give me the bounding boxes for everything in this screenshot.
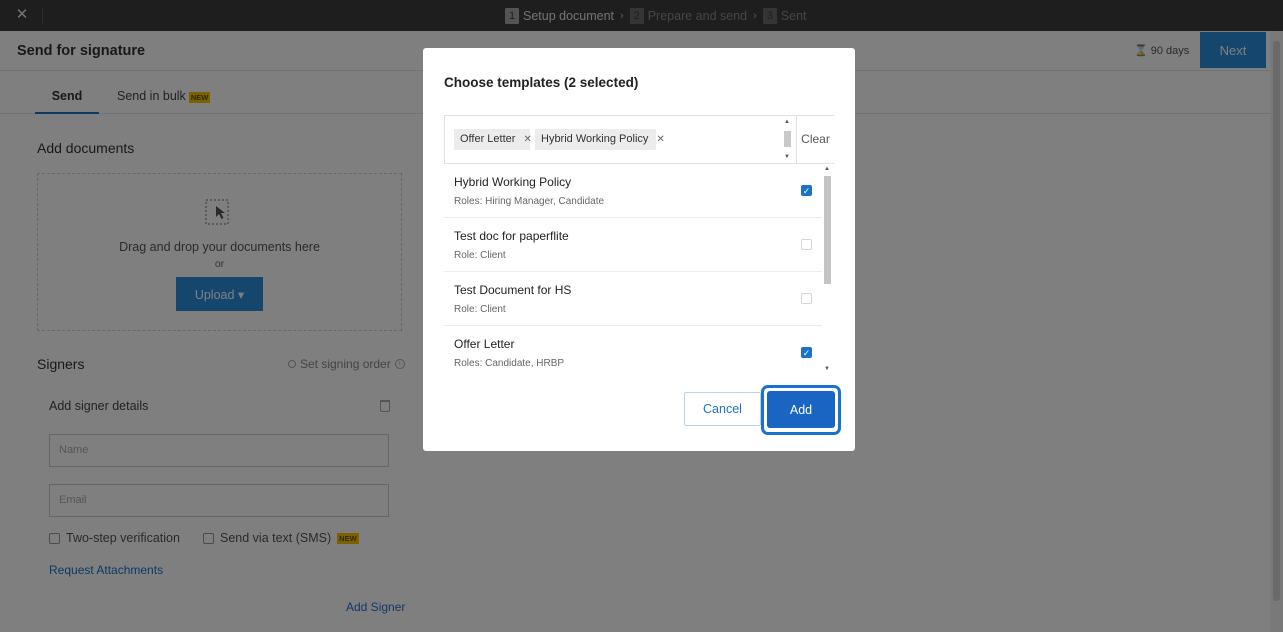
- template-list-scrollbar[interactable]: ▲ ▼: [822, 166, 832, 376]
- choose-templates-dialog: Choose templates (2 selected) Offer Lett…: [423, 48, 855, 451]
- scroll-down-icon[interactable]: ▼: [784, 154, 790, 160]
- template-roles: Roles: Hiring Manager, Candidate: [454, 196, 605, 207]
- remove-chip-icon[interactable]: ✕: [523, 134, 531, 145]
- selected-templates-field[interactable]: Offer Letter ✕ Hybrid Working Policy ✕ ▲ ▼…: [444, 115, 834, 164]
- template-name: Hybrid Working Policy: [454, 175, 572, 189]
- chip-label: Hybrid Working Policy: [541, 133, 649, 145]
- template-name: Test doc for paperflite: [454, 229, 569, 243]
- selected-chip: Offer Letter ✕: [454, 129, 532, 150]
- template-row[interactable]: Offer Letter Roles: Candidate, HRBP ✓: [444, 326, 822, 378]
- template-roles: Role: Client: [454, 250, 506, 261]
- template-name: Test Document for HS: [454, 283, 572, 297]
- remove-chip-icon[interactable]: ✕: [656, 134, 664, 145]
- template-roles: Role: Client: [454, 304, 506, 315]
- chip-label: Offer Letter: [460, 133, 516, 145]
- template-name: Offer Letter: [454, 337, 515, 351]
- template-checkbox[interactable]: ✓: [801, 185, 812, 196]
- template-row[interactable]: Test Document for HS Role: Client: [444, 272, 822, 326]
- template-roles: Roles: Candidate, HRBP: [454, 358, 565, 369]
- scrollbar-thumb[interactable]: [784, 131, 791, 147]
- template-row[interactable]: Hybrid Working Policy Roles: Hiring Mana…: [444, 164, 822, 218]
- template-checkbox[interactable]: [801, 239, 812, 250]
- template-checkbox[interactable]: ✓: [801, 347, 812, 358]
- template-checkbox[interactable]: [801, 293, 812, 304]
- dialog-title: Choose templates (2 selected): [444, 75, 639, 90]
- clear-button[interactable]: Clear: [796, 116, 834, 163]
- add-button[interactable]: Add: [767, 391, 835, 428]
- selected-chip: Hybrid Working Policy ✕: [535, 129, 665, 150]
- cancel-button[interactable]: Cancel: [684, 392, 761, 426]
- scrollbar-thumb[interactable]: [824, 176, 831, 284]
- scroll-down-icon[interactable]: ▼: [824, 366, 830, 372]
- scroll-up-icon[interactable]: ▲: [784, 119, 790, 125]
- template-list: Hybrid Working Policy Roles: Hiring Mana…: [444, 164, 834, 378]
- scroll-up-icon[interactable]: ▲: [824, 166, 830, 172]
- template-row[interactable]: Test doc for paperflite Role: Client: [444, 218, 822, 272]
- chip-scrollbar[interactable]: ▲ ▼: [783, 119, 792, 162]
